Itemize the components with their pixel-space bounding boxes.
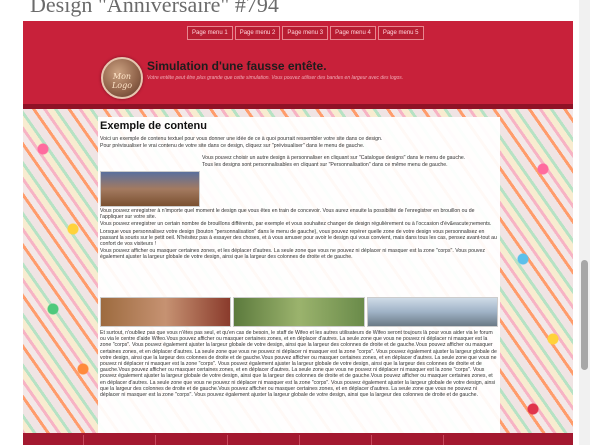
footer-item-2[interactable] (154, 435, 226, 445)
footer-item-1[interactable] (82, 435, 154, 445)
page-scrollbar[interactable] (579, 0, 590, 445)
nav-item-3[interactable]: Page menu 3 (282, 26, 329, 40)
header-title: Simulation d'une fausse entête. (147, 59, 327, 73)
gallery-image-3 (366, 297, 498, 327)
content-body: Vous pouvez enregistrer à n'importe quel… (100, 208, 498, 262)
paragraph-3: Vous pouvez choisir un autre design à pe… (202, 155, 466, 161)
nav-item-2[interactable]: Page menu 2 (234, 26, 281, 40)
nav-item-5[interactable]: Page menu 5 (377, 26, 424, 40)
site-logo[interactable]: Mon Logo (101, 57, 143, 99)
gallery-image-1 (100, 297, 232, 327)
header-subtitle: Votre entête peut être plus grande que c… (147, 75, 404, 81)
content-image-1 (100, 171, 200, 207)
logo-text: Mon Logo (111, 72, 133, 90)
main-content: Exemple de contenu Voici un exemple de c… (98, 117, 500, 433)
paragraph-5: Vous pouvez enregistrer à n'importe quel… (100, 208, 475, 221)
content-side-text: Vous pouvez choisir un autre design à pe… (202, 155, 498, 169)
gallery-image-2 (233, 297, 365, 327)
top-navigation: Page menu 1 Page menu 2 Page menu 3 Page… (187, 26, 424, 40)
scrollbar-thumb[interactable] (581, 260, 588, 370)
content-intro: Voici un exemple de contenu textuel pour… (100, 136, 498, 150)
footer-item-5[interactable] (370, 435, 442, 445)
paragraph-9: Et surtout, n'oubliez pas que vous n'ête… (100, 330, 497, 399)
paragraph-4: Tous les designs sont personnalisables e… (202, 162, 448, 169)
content-heading: Exemple de contenu (100, 120, 207, 132)
paragraph-8: Vous pouvez afficher ou masquer certaine… (100, 248, 485, 261)
paragraph-2: Pour prévisualiser le vrai contenu de vo… (100, 143, 365, 150)
nav-item-1[interactable]: Page menu 1 (187, 26, 233, 40)
footer-item-6[interactable] (442, 435, 514, 445)
nav-item-4[interactable]: Page menu 4 (330, 26, 376, 40)
footer-item-3[interactable] (226, 435, 298, 445)
paragraph-7: Lorsque vous personnalisez votre design … (100, 228, 497, 248)
paragraph-6: Vous pouvez enregistrer un certain nombr… (100, 221, 492, 228)
image-gallery (100, 297, 498, 327)
site-header: Mon Logo Simulation d'une fausse entête.… (23, 45, 573, 105)
paragraph-1: Voici un exemple de contenu textuel pour… (100, 136, 383, 142)
footer-navigation (23, 435, 573, 445)
footer-item-4[interactable] (298, 435, 370, 445)
design-preview-frame: Page menu 1 Page menu 2 Page menu 3 Page… (23, 21, 573, 445)
page-title: Design "Anniversaire" #794 (30, 0, 279, 17)
content-long-text: Et surtout, n'oubliez pas que vous n'ête… (100, 330, 498, 399)
